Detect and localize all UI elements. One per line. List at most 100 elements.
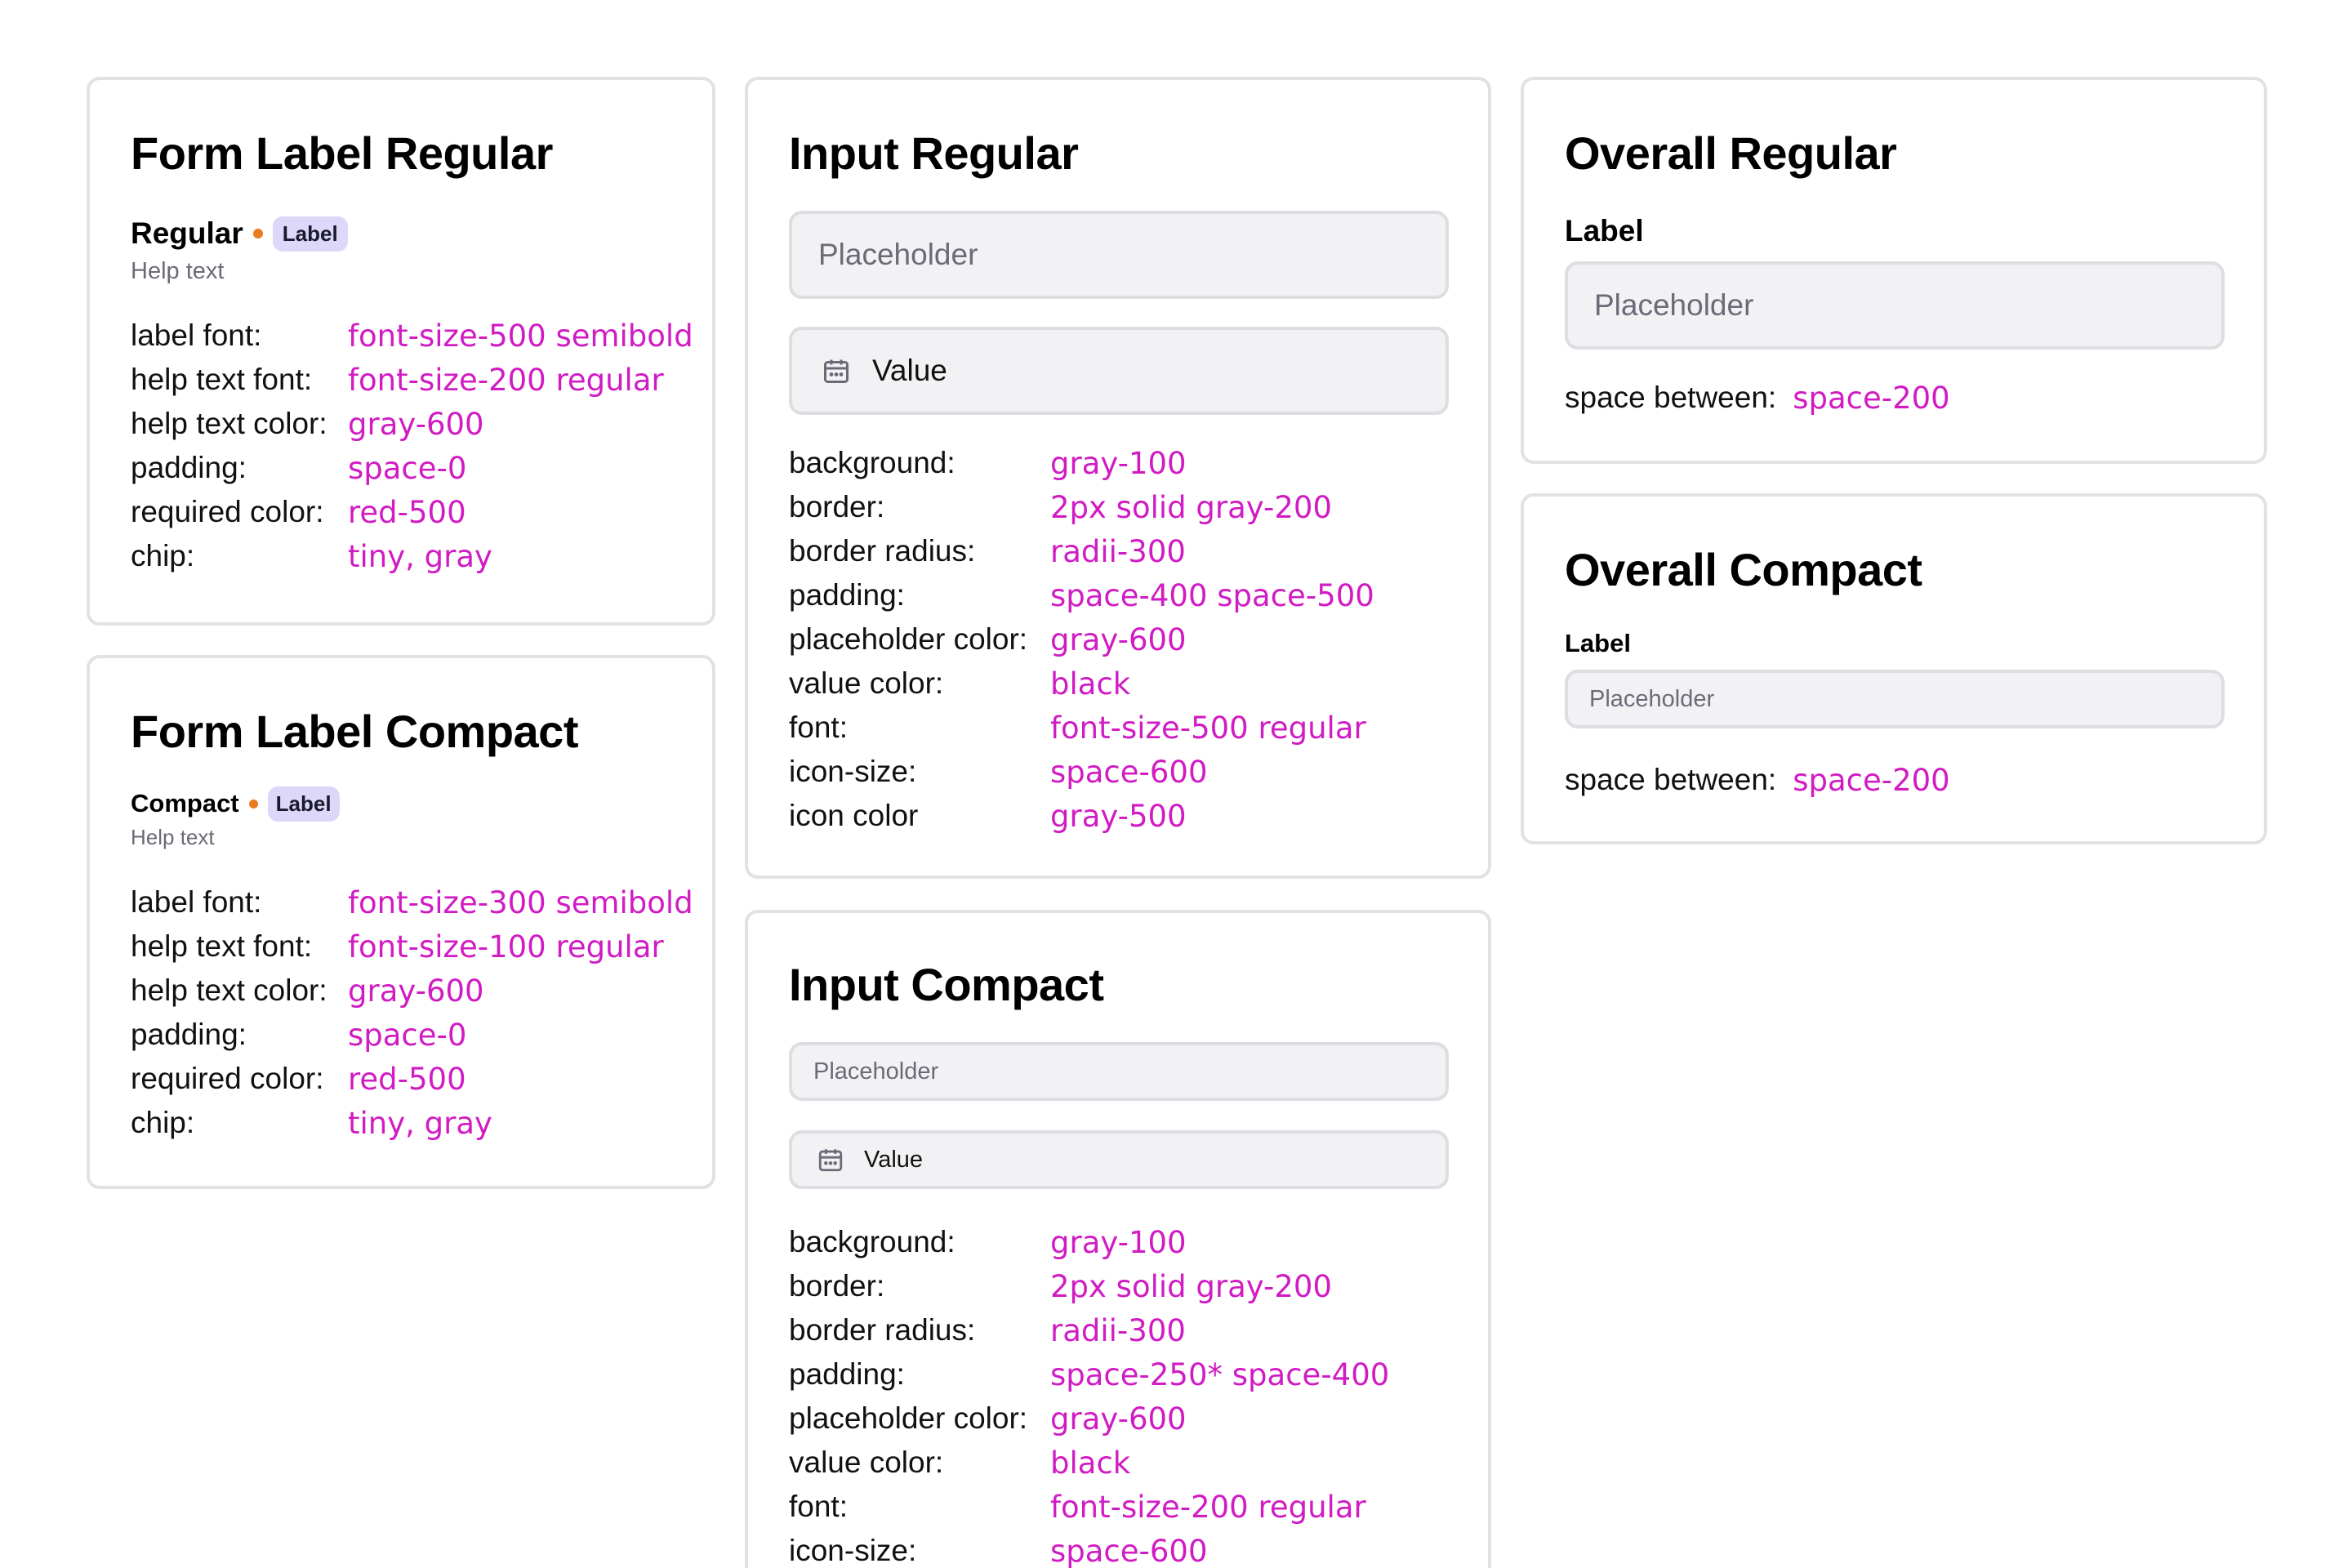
spec-row: required color: red-500 [131,495,693,539]
spec-key: border radius: [789,534,976,568]
spec-row: padding: space-0 [131,451,693,495]
spec-row: background: gray-100 [789,446,1374,490]
required-indicator-dot [252,229,263,238]
spec-value: font-size-200 regular [348,363,664,398]
card-title: Overall Compact [1565,544,1922,595]
spec-value: gray-100 [1050,446,1187,481]
spec-value: black [1050,666,1131,702]
spec-key: border: [789,490,885,523]
spec-value: space-600 [1050,1534,1208,1568]
calendar-icon [822,356,851,385]
spec-value: black [1050,1446,1131,1481]
spec-value: gray-600 [348,407,484,442]
spec-value: font-size-100 regular [348,929,664,964]
spec-list: label font: font-size-300 semibold help … [131,885,693,1150]
spec-row: help text color: gray-600 [131,407,693,451]
spec-key: placeholder color: [789,1401,1028,1435]
spec-row: border: 2px solid gray-200 [789,1269,1389,1313]
spec-key: value color: [789,1446,944,1479]
spec-row: padding: space-250* space-400 [789,1357,1389,1401]
spec-key: space between: [1565,763,1777,796]
placeholder-input[interactable]: Placeholder [1565,670,2225,728]
spec-value: space-0 [348,451,467,486]
spec-row: icon color gray-500 [789,799,1374,843]
spec-value: red-500 [348,495,466,530]
required-indicator-dot [248,799,258,808]
spec-value: radii-300 [1050,1313,1186,1348]
spec-value: space-250* space-400 [1050,1357,1390,1392]
spec-value: space-400 space-500 [1050,578,1374,613]
spacing-spec: space between: space-200 [1565,763,1950,798]
spec-key: padding: [789,1357,905,1391]
card-title: Input Compact [789,959,1104,1010]
spec-key: chip: [131,1106,195,1139]
spec-key: help text font: [131,363,313,396]
field-label: Label [1565,214,1644,247]
spec-key: label font: [131,885,262,919]
spec-key: font: [789,710,848,744]
overall-regular-card: Overall Regular Label Placeholder space … [1521,77,2267,464]
spec-key: value color: [789,666,944,700]
spec-row: border radius: radii-300 [789,534,1374,578]
placeholder-input[interactable]: Placeholder [789,1042,1449,1101]
placeholder-input[interactable]: Placeholder [789,211,1449,299]
spec-list: label font: font-size-500 semibold help … [131,318,693,583]
help-text: Help text [131,258,225,284]
spec-row: required color: red-500 [131,1062,693,1106]
spec-value: tiny, gray [348,539,492,574]
spec-key: space between: [1565,381,1777,414]
spec-row: help text color: gray-600 [131,973,693,1018]
input-compact-card: Input Compact Placeholder Value backgrou… [745,910,1491,1568]
spec-row: chip: tiny, gray [131,539,693,583]
spec-row: value color: black [789,1446,1389,1490]
input-placeholder: Placeholder [1594,288,1754,322]
spec-value: gray-500 [1050,799,1187,834]
spec-row: help text font: font-size-100 regular [131,929,693,973]
card-title: Overall Regular [1565,127,1897,179]
label-chip: Label [272,216,348,252]
spec-key: required color: [131,1062,324,1095]
value-input[interactable]: Value [789,327,1449,415]
spec-value: space-200 [1793,763,1950,798]
spec-row: placeholder color: gray-600 [789,1401,1389,1446]
spec-value: font-size-200 regular [1050,1490,1366,1525]
spec-value: space-200 [1793,381,1950,416]
placeholder-input[interactable]: Placeholder [1565,261,2225,350]
card-title: Input Regular [789,127,1079,179]
spec-value: gray-600 [1050,1401,1187,1437]
spec-key: padding: [789,578,905,612]
input-placeholder: Placeholder [813,1058,939,1085]
spec-value: 2px solid gray-200 [1050,1269,1332,1304]
form-label-preview: Compact Label [131,786,340,822]
input-value: Value [872,354,947,387]
spec-list: background: gray-100 border: 2px solid g… [789,446,1374,843]
spec-row: value color: black [789,666,1374,710]
spec-row: padding: space-400 space-500 [789,578,1374,622]
spec-value: gray-100 [1050,1225,1187,1260]
calendar-icon [817,1146,844,1174]
input-placeholder: Placeholder [818,238,978,271]
spec-key: background: [789,1225,956,1258]
spec-value: space-0 [348,1018,467,1053]
form-label-text: Regular [131,216,243,250]
spec-value: font-size-500 regular [1050,710,1366,746]
form-label-regular-card: Form Label Regular Regular Label Help te… [87,77,715,626]
spec-value: gray-600 [348,973,484,1009]
spec-row: label font: font-size-500 semibold [131,318,693,363]
spec-value: radii-300 [1050,534,1186,569]
spec-row: padding: space-0 [131,1018,693,1062]
value-input[interactable]: Value [789,1130,1449,1189]
spec-key: padding: [131,1018,247,1051]
spec-list: background: gray-100 border: 2px solid g… [789,1225,1389,1568]
spec-value: gray-600 [1050,622,1187,657]
spec-key: label font: [131,318,262,352]
help-text: Help text [131,825,215,849]
spec-key: padding: [131,451,247,484]
spec-row: background: gray-100 [789,1225,1389,1269]
spacing-spec: space between: space-200 [1565,381,1950,416]
spec-row: border radius: radii-300 [789,1313,1389,1357]
label-chip: Label [267,786,340,822]
spec-key: chip: [131,539,195,572]
card-title: Form Label Regular [131,127,553,179]
input-placeholder: Placeholder [1589,685,1715,712]
